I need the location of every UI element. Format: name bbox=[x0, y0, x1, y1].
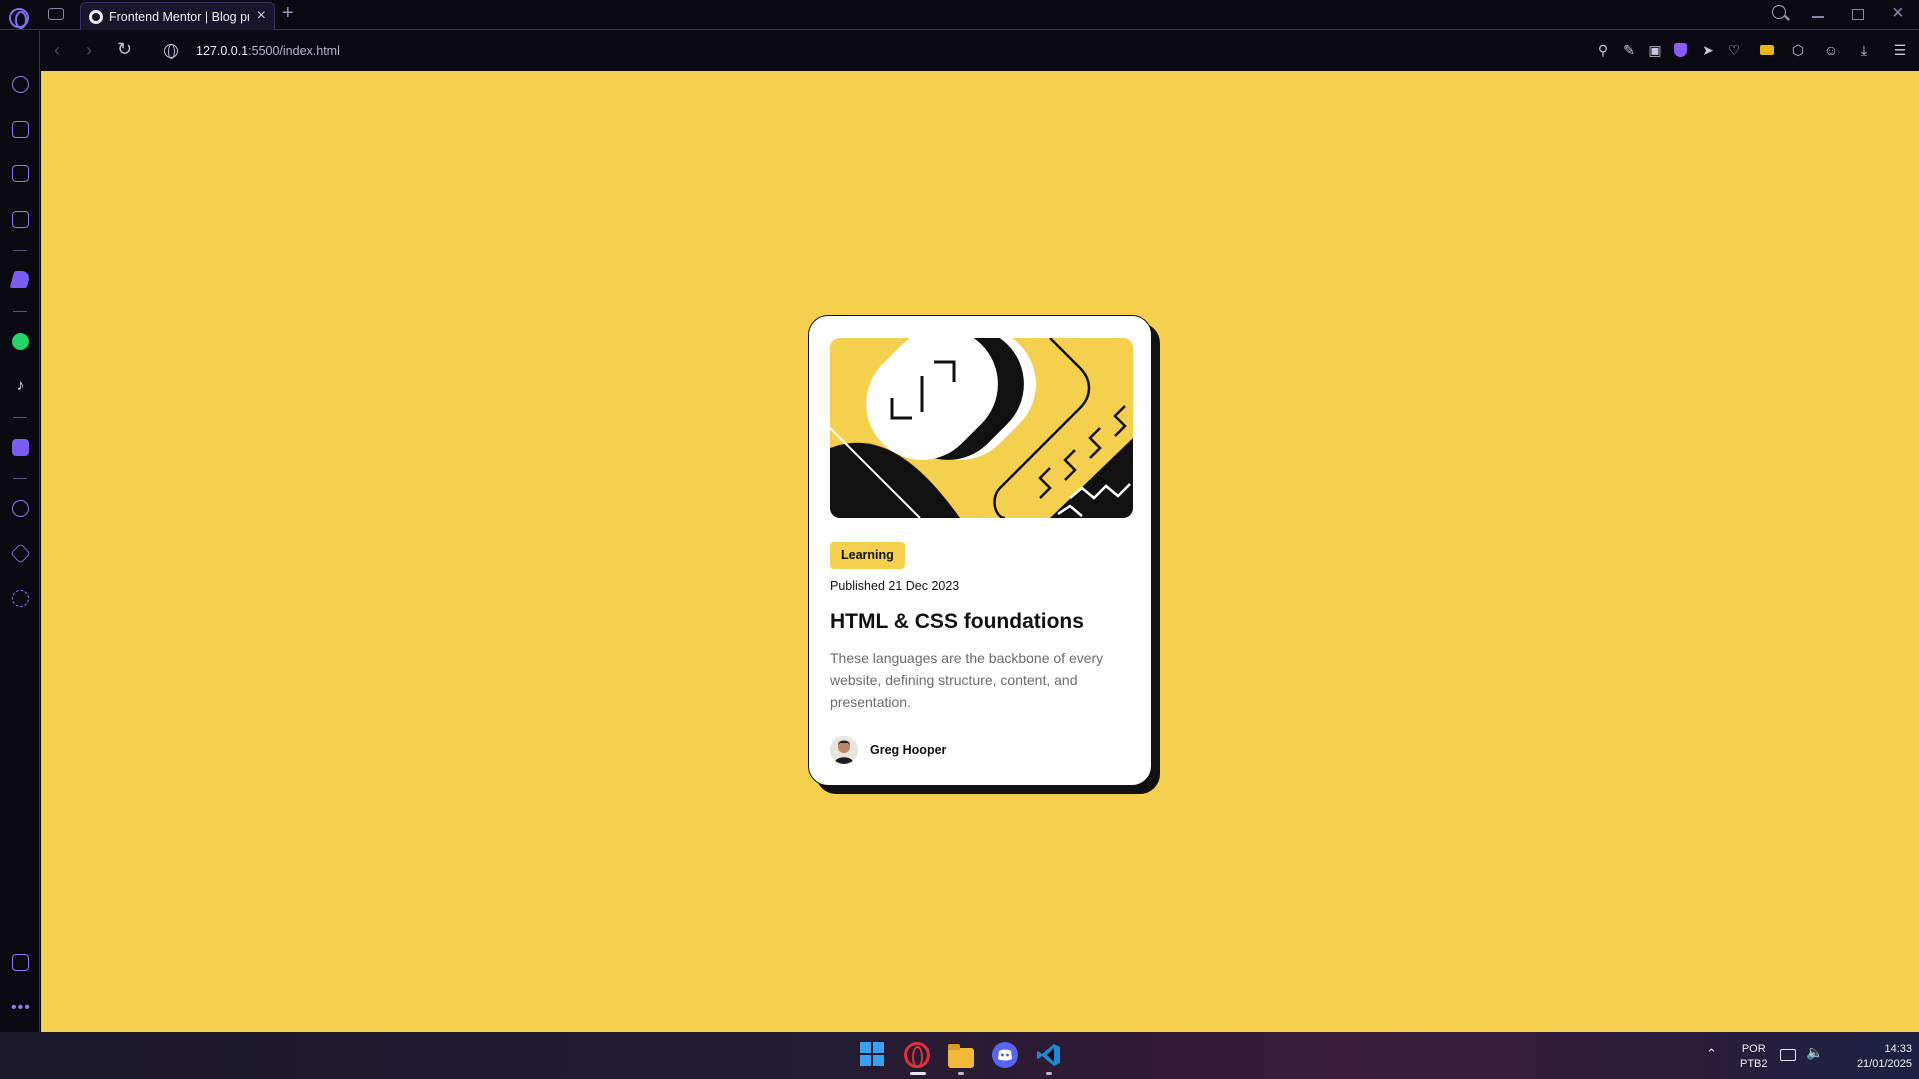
system-clock[interactable]: 14:33 21/01/2025 bbox=[1832, 1042, 1912, 1072]
url-field[interactable]: 127.0.0.1:5500/index.html bbox=[196, 44, 340, 58]
camera-icon[interactable]: ▣ bbox=[1647, 42, 1663, 58]
sidebar-divider bbox=[13, 311, 27, 312]
wallet-icon[interactable] bbox=[1760, 45, 1774, 55]
new-tab-button[interactable]: + bbox=[282, 2, 294, 25]
forward-button[interactable]: › bbox=[86, 40, 92, 61]
history-icon[interactable] bbox=[12, 211, 29, 228]
vscode-svg bbox=[1037, 1044, 1060, 1066]
send-icon[interactable]: ➤ bbox=[1700, 42, 1716, 58]
edit-icon[interactable]: ✎ bbox=[1621, 42, 1637, 58]
illustration-svg bbox=[830, 338, 1133, 518]
tab-close-icon[interactable]: × bbox=[257, 7, 266, 25]
clock-time: 14:33 bbox=[1884, 1043, 1912, 1055]
lang-line-2: PTB2 bbox=[1740, 1058, 1768, 1070]
extensions-icon[interactable] bbox=[10, 543, 31, 564]
clock-date: 21/01/2025 bbox=[1856, 1058, 1912, 1070]
more-icon[interactable]: ••• bbox=[11, 999, 31, 1017]
shopping-icon[interactable] bbox=[12, 121, 29, 138]
opera-active-indicator bbox=[910, 1072, 926, 1075]
page-viewport: Learning Published 21 Dec 2023 HTML & CS… bbox=[41, 71, 1919, 1032]
avatar bbox=[830, 736, 858, 764]
published-date: Published 21 Dec 2023 bbox=[830, 579, 960, 593]
discord-svg bbox=[998, 1049, 1012, 1061]
vscode-icon[interactable] bbox=[1036, 1042, 1062, 1068]
speed-dial-icon[interactable] bbox=[12, 76, 29, 93]
tab-title: Frontend Mentor | Blog preview card bbox=[109, 10, 249, 24]
vpn-shield-icon[interactable] bbox=[1674, 43, 1687, 57]
cube-icon[interactable]: ⬡ bbox=[1790, 42, 1806, 58]
profile-icon[interactable]: ☺ bbox=[1823, 42, 1839, 58]
sidebar-divider bbox=[13, 250, 27, 251]
opera-taskbar-icon[interactable] bbox=[904, 1042, 930, 1068]
settings-icon[interactable] bbox=[12, 590, 29, 607]
avatar-svg bbox=[830, 736, 858, 764]
search-icon[interactable]: ⚲ bbox=[1595, 42, 1611, 58]
discord-icon[interactable] bbox=[992, 1042, 1018, 1068]
blog-illustration bbox=[830, 338, 1133, 518]
author-name: Greg Hooper bbox=[870, 743, 947, 757]
screen: Frontend Mentor | Blog preview card × + … bbox=[0, 0, 1919, 1079]
workspaces-icon[interactable] bbox=[48, 8, 64, 20]
reload-button[interactable]: ↻ bbox=[117, 39, 132, 60]
menu-icon[interactable]: ☰ bbox=[1892, 42, 1908, 58]
site-info-icon[interactable] bbox=[164, 44, 178, 59]
card-description: These languages are the backbone of ever… bbox=[830, 650, 1104, 710]
minimize-button[interactable] bbox=[1812, 16, 1824, 18]
explorer-running-indicator bbox=[958, 1072, 964, 1075]
blog-preview-card: Learning Published 21 Dec 2023 HTML & CS… bbox=[808, 315, 1152, 786]
url-path: :5500/index.html bbox=[248, 44, 340, 58]
aria-icon[interactable] bbox=[9, 271, 32, 288]
input-language[interactable]: POR PTB2 bbox=[1740, 1042, 1768, 1072]
heart-icon[interactable]: ♡ bbox=[1726, 42, 1742, 58]
tab-search-icon[interactable] bbox=[1772, 5, 1786, 19]
back-button[interactable]: ‹ bbox=[54, 40, 60, 61]
music-player-icon[interactable] bbox=[12, 439, 29, 456]
category-tag: Learning bbox=[830, 542, 905, 569]
tray-overflow-icon[interactable]: ⌃ bbox=[1706, 1046, 1717, 1062]
maximize-button[interactable] bbox=[1852, 9, 1864, 20]
opera-logo-icon[interactable] bbox=[9, 8, 29, 29]
download-icon[interactable]: ⤓ bbox=[1856, 42, 1872, 58]
address-bar: ‹ › ↻ 127.0.0.1:5500/index.html ⚲ ✎ ▣ ➤ … bbox=[40, 31, 1919, 71]
browser-sidebar: ♪ ••• bbox=[0, 31, 40, 1032]
tiktok-icon[interactable]: ♪ bbox=[12, 377, 29, 394]
sidebar-divider bbox=[13, 417, 27, 418]
globe-favicon-icon bbox=[89, 10, 103, 24]
file-explorer-icon[interactable] bbox=[948, 1044, 974, 1068]
sidebar-divider bbox=[13, 478, 27, 479]
window-close-button[interactable]: × bbox=[1892, 2, 1904, 25]
lang-line-1: POR bbox=[1741, 1043, 1766, 1055]
url-host: 127.0.0.1 bbox=[196, 44, 249, 58]
card-title[interactable]: HTML & CSS foundations bbox=[830, 610, 1084, 634]
gallery-icon[interactable] bbox=[12, 954, 29, 971]
whatsapp-icon[interactable] bbox=[12, 333, 29, 350]
browser-tab-active[interactable]: Frontend Mentor | Blog preview card × bbox=[80, 2, 275, 30]
clock-icon[interactable] bbox=[12, 500, 29, 517]
windows-start-icon[interactable] bbox=[860, 1042, 886, 1068]
network-icon[interactable] bbox=[1780, 1049, 1796, 1061]
twitch-icon[interactable] bbox=[12, 165, 29, 182]
vscode-running-indicator bbox=[1046, 1072, 1052, 1075]
browser-titlebar: Frontend Mentor | Blog preview card × + … bbox=[0, 0, 1919, 30]
volume-icon[interactable]: 🔈 bbox=[1806, 1044, 1823, 1061]
